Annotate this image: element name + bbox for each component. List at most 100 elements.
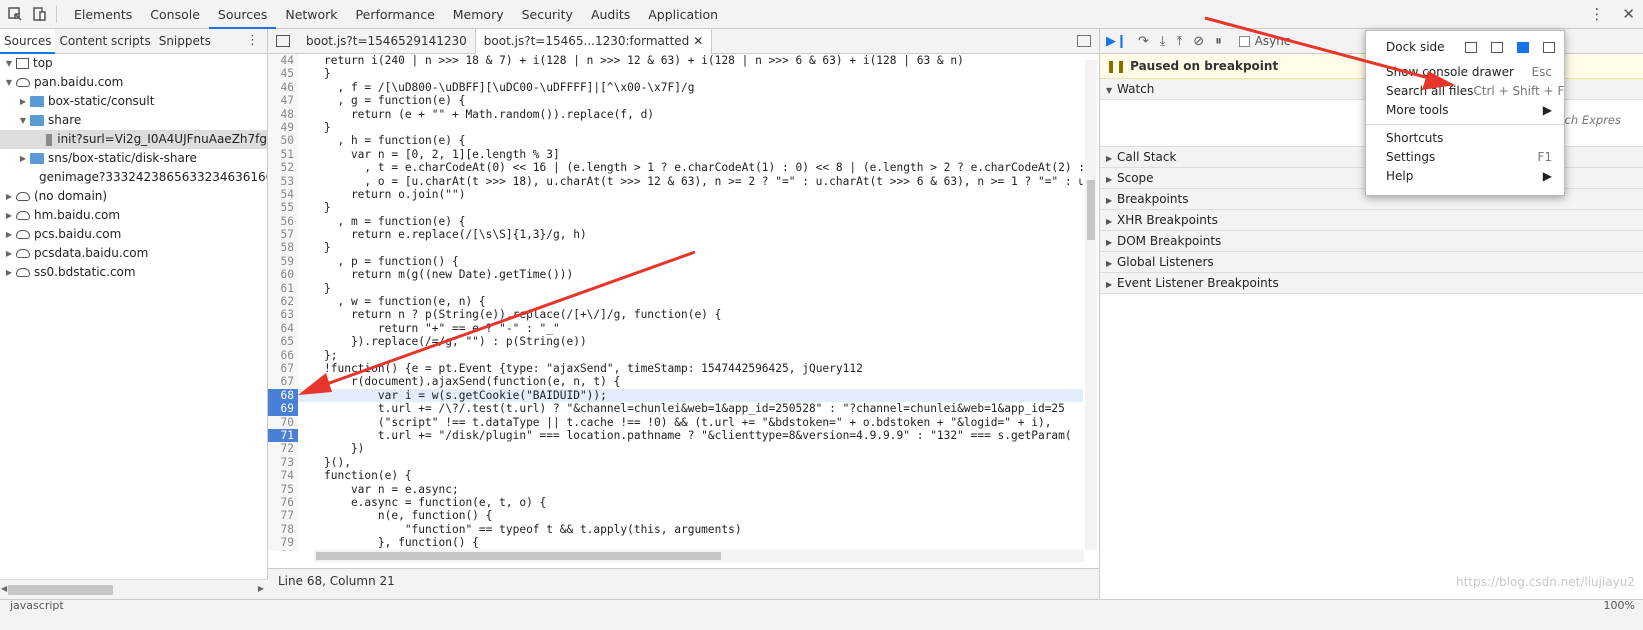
code-line[interactable]: 57 return e.replace(/[\s\S]{1,3}/g, h): [268, 228, 1083, 242]
code-line[interactable]: 52 , t = e.charCodeAt(0) << 16 | (e.leng…: [268, 161, 1083, 175]
code-line[interactable]: 55}: [268, 201, 1083, 215]
code-line[interactable]: 51 var n = [0, 2, 1][e.length % 3]: [268, 147, 1083, 162]
tab-sources[interactable]: Sources: [208, 0, 277, 29]
line-number[interactable]: 63: [268, 308, 298, 322]
close-icon[interactable]: ✕: [1622, 5, 1635, 23]
menu-item-help[interactable]: Help ▶: [1366, 167, 1564, 186]
line-number[interactable]: 50: [268, 134, 298, 148]
tree-item-folder[interactable]: ▼ share: [0, 111, 267, 130]
deactivate-breakpoints-icon[interactable]: ⊘: [1193, 34, 1204, 49]
scrollbar-thumb[interactable]: [8, 585, 113, 595]
pane-event-listener-breakpoints[interactable]: ▶ Event Listener Breakpoints: [1100, 273, 1643, 294]
code-line[interactable]: 71 t.url += "/disk/plugin" === location.…: [268, 428, 1083, 443]
close-tab-icon[interactable]: ✕: [693, 34, 703, 48]
code-line[interactable]: 54 return o.join(""): [268, 187, 1083, 202]
breakpoint-marker[interactable]: 69: [268, 402, 298, 416]
tree-item-file-selected[interactable]: init?surl=Vi2g_I0A4UJFnuAaeZh7fg: [0, 130, 267, 149]
line-number[interactable]: 79: [268, 536, 298, 550]
code-line[interactable]: 46 , f = /[\uD800-\uDBFF][\uDC00-\uDFFFF…: [268, 80, 1083, 95]
code-line[interactable]: 59 , p = function() {: [268, 254, 1083, 269]
step-out-icon[interactable]: ⤒: [1177, 34, 1183, 49]
line-number[interactable]: 66: [268, 348, 298, 362]
expand-arrow-icon[interactable]: ▼: [4, 54, 14, 73]
tab-content-scripts[interactable]: Content scripts: [55, 29, 154, 54]
breakpoint-marker[interactable]: 68: [268, 388, 298, 403]
line-number[interactable]: 77: [268, 509, 298, 523]
step-into-icon[interactable]: ⤓: [1160, 34, 1166, 49]
line-number[interactable]: 54: [268, 187, 298, 202]
code-line[interactable]: 50 , h = function(e) {: [268, 134, 1083, 148]
line-number[interactable]: 64: [268, 321, 298, 336]
code-line[interactable]: 49}: [268, 120, 1083, 135]
code-line[interactable]: 70 ("script" !== t.dataType || t.cache !…: [268, 415, 1083, 429]
tree-item-file[interactable]: genimage?33324238656332346361663334656: [0, 168, 267, 187]
scrollbar-thumb[interactable]: [1087, 180, 1095, 240]
collapse-arrow-icon[interactable]: ▶: [4, 206, 14, 225]
line-number[interactable]: 65: [268, 335, 298, 349]
pause-on-exceptions-icon[interactable]: ⏸: [1215, 34, 1222, 49]
code-line[interactable]: 73}(),: [268, 455, 1083, 470]
editor-tab-active[interactable]: boot.js?t=15465...1230:formatted ✕: [474, 28, 713, 54]
tab-snippets[interactable]: Snippets: [155, 29, 215, 54]
tab-application[interactable]: Application: [639, 0, 727, 29]
tree-item-top[interactable]: ▼ top: [0, 54, 267, 73]
code-line[interactable]: 78 "function" == typeof t && t.apply(thi…: [268, 522, 1083, 537]
step-over-icon[interactable]: ↷: [1138, 34, 1149, 49]
collapse-arrow-icon[interactable]: ▶: [4, 244, 14, 263]
pane-dom-breakpoints[interactable]: ▶ DOM Breakpoints: [1100, 231, 1643, 252]
line-number[interactable]: 45: [268, 67, 298, 81]
resume-icon[interactable]: ▶❙: [1106, 34, 1127, 49]
code-line[interactable]: 48 return (e + "" + Math.random()).repla…: [268, 107, 1083, 121]
code-horizontal-scrollbar[interactable]: [314, 550, 1084, 562]
line-number[interactable]: 78: [268, 522, 298, 537]
code-line[interactable]: 64 return "+" == e ? "-" : "_": [268, 321, 1083, 336]
code-line[interactable]: 76 e.async = function(e, t, o) {: [268, 495, 1083, 510]
code-line[interactable]: 65 }).replace(/=/g, "") : p(String(e)): [268, 335, 1083, 349]
code-line[interactable]: 61}: [268, 281, 1083, 296]
scroll-right-icon[interactable]: ▶: [258, 584, 264, 593]
code-line[interactable]: 47 , g = function(e) {: [268, 94, 1083, 108]
line-number[interactable]: 73: [268, 455, 298, 470]
dock-right-icon[interactable]: [1542, 41, 1555, 53]
pane-global-listeners[interactable]: ▶ Global Listeners: [1100, 252, 1643, 273]
toggle-debugger-icon[interactable]: [1077, 35, 1091, 47]
tab-performance[interactable]: Performance: [347, 0, 444, 29]
tree-item-domain[interactable]: ▶ hm.baidu.com: [0, 206, 267, 225]
code-line[interactable]: 45}: [268, 67, 1083, 81]
tab-sources-nav[interactable]: Sources: [0, 28, 56, 54]
tree-item-domain[interactable]: ▶ ss0.bdstatic.com: [0, 263, 267, 282]
code-line[interactable]: 79 }, function() {: [268, 536, 1083, 550]
tree-item-domain[interactable]: ▶ (no domain): [0, 187, 267, 206]
inspect-element-icon[interactable]: [6, 5, 24, 23]
tree-item-folder[interactable]: ▶ sns/box-static/disk-share: [0, 149, 267, 168]
line-number[interactable]: 49: [268, 120, 298, 135]
scrollbar-thumb[interactable]: [316, 552, 721, 560]
code-line[interactable]: 74 function(e) {: [268, 469, 1083, 483]
code-line[interactable]: 66};: [268, 348, 1083, 362]
code-line[interactable]: 75 var n = e.async;: [268, 482, 1083, 496]
expand-arrow-icon[interactable]: ▼: [18, 111, 28, 130]
device-toolbar-icon[interactable]: [30, 5, 48, 23]
menu-item-settings[interactable]: Settings F1: [1366, 148, 1564, 167]
line-number[interactable]: 72: [268, 442, 298, 456]
code-line[interactable]: 67 !function() {e = pt.Event {type: "ajax…: [268, 361, 1083, 376]
tab-security[interactable]: Security: [513, 0, 582, 29]
collapse-arrow-icon[interactable]: ▶: [4, 263, 14, 282]
line-number[interactable]: 67: [268, 361, 298, 376]
tab-console[interactable]: Console: [141, 0, 209, 29]
tab-elements[interactable]: Elements: [65, 0, 141, 29]
line-number[interactable]: 61: [268, 281, 298, 296]
code-line[interactable]: 67 r(document).ajaxSend(function(e, n, t…: [268, 375, 1083, 389]
line-number[interactable]: 48: [268, 107, 298, 121]
async-checkbox[interactable]: [1238, 35, 1250, 47]
expand-arrow-icon[interactable]: ▼: [4, 73, 14, 92]
tree-item-folder[interactable]: ▶ box-static/consult: [0, 92, 267, 111]
menu-item-search-all-files[interactable]: Search all files Ctrl + Shift + F: [1366, 82, 1564, 101]
line-number[interactable]: 70: [268, 415, 298, 429]
collapse-arrow-icon[interactable]: ▶: [4, 225, 14, 244]
collapse-arrow-icon[interactable]: ▶: [4, 187, 14, 206]
code-line[interactable]: 56 , m = function(e) {: [268, 214, 1083, 229]
code-vertical-scrollbar[interactable]: [1085, 60, 1097, 550]
code-line[interactable]: 72 }): [268, 442, 1083, 456]
line-number[interactable]: 56: [268, 214, 298, 229]
